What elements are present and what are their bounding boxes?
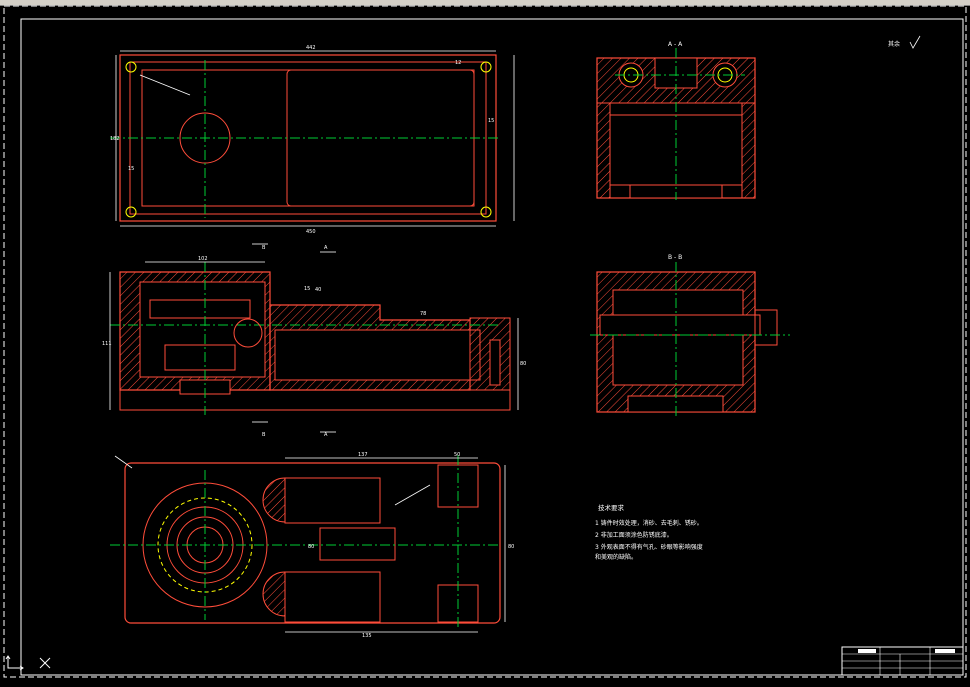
dim-plan-135: 135 [362, 633, 372, 639]
front-section-view [109, 243, 519, 433]
dim-front-78: 78 [420, 311, 426, 317]
cut-marker-b-top: B [262, 245, 266, 251]
cut-marker-a-bottom: A [324, 432, 328, 438]
section-aa-view [596, 48, 756, 200]
dim-top-height: 182 [110, 136, 120, 142]
cad-drawing-canvas[interactable]: 442 450 182 15 15 12 A - A B A B A 111 1… [0, 0, 970, 687]
drawing-sheet[interactable]: 442 450 182 15 15 12 A - A B A B A 111 1… [0, 0, 970, 687]
top-view [110, 50, 515, 227]
cut-marker-a-top: A [324, 245, 328, 251]
dim-plan-right: 80 [508, 544, 514, 550]
cut-marker-b-bottom: B [262, 432, 266, 438]
notes-item-4: 和美观的缺陷。 [595, 553, 637, 561]
dim-top-overall: 450 [306, 229, 316, 235]
dim-front-15: 15 [304, 286, 310, 292]
dim-top-width: 442 [306, 45, 316, 51]
section-aa-label: A - A [668, 41, 683, 48]
section-bb-label: B - B [668, 254, 682, 261]
roughness-symbol [909, 35, 921, 49]
dim-front-height: 111 [102, 341, 112, 347]
notes-title: 技术要求 [598, 503, 625, 512]
dim-top-15a: 15 [128, 166, 134, 172]
dim-plan-circle: 80 [308, 544, 314, 550]
dim-front-102: 102 [198, 256, 208, 262]
section-bb-view [590, 262, 790, 418]
title-block [841, 646, 964, 676]
notes-item-2: 2 非加工面须涂色防锈底漆。 [595, 531, 673, 539]
dim-front-right-h: 80 [520, 361, 526, 367]
ucs-icon [5, 655, 51, 671]
dim-top-15b: 15 [488, 118, 494, 124]
dim-plan-137: 137 [358, 452, 368, 458]
roughness-note: 其余 [888, 40, 900, 48]
notes-item-1: 1 铸件时效处理，消砂、去毛刺、锈砂。 [595, 519, 703, 527]
notes-item-3: 3 外观表面不得有气孔、砂眼等影响强度 [595, 543, 703, 551]
dim-front-40: 40 [315, 287, 321, 293]
dim-plan-50: 50 [454, 452, 460, 458]
dim-top-12: 12 [455, 60, 461, 66]
